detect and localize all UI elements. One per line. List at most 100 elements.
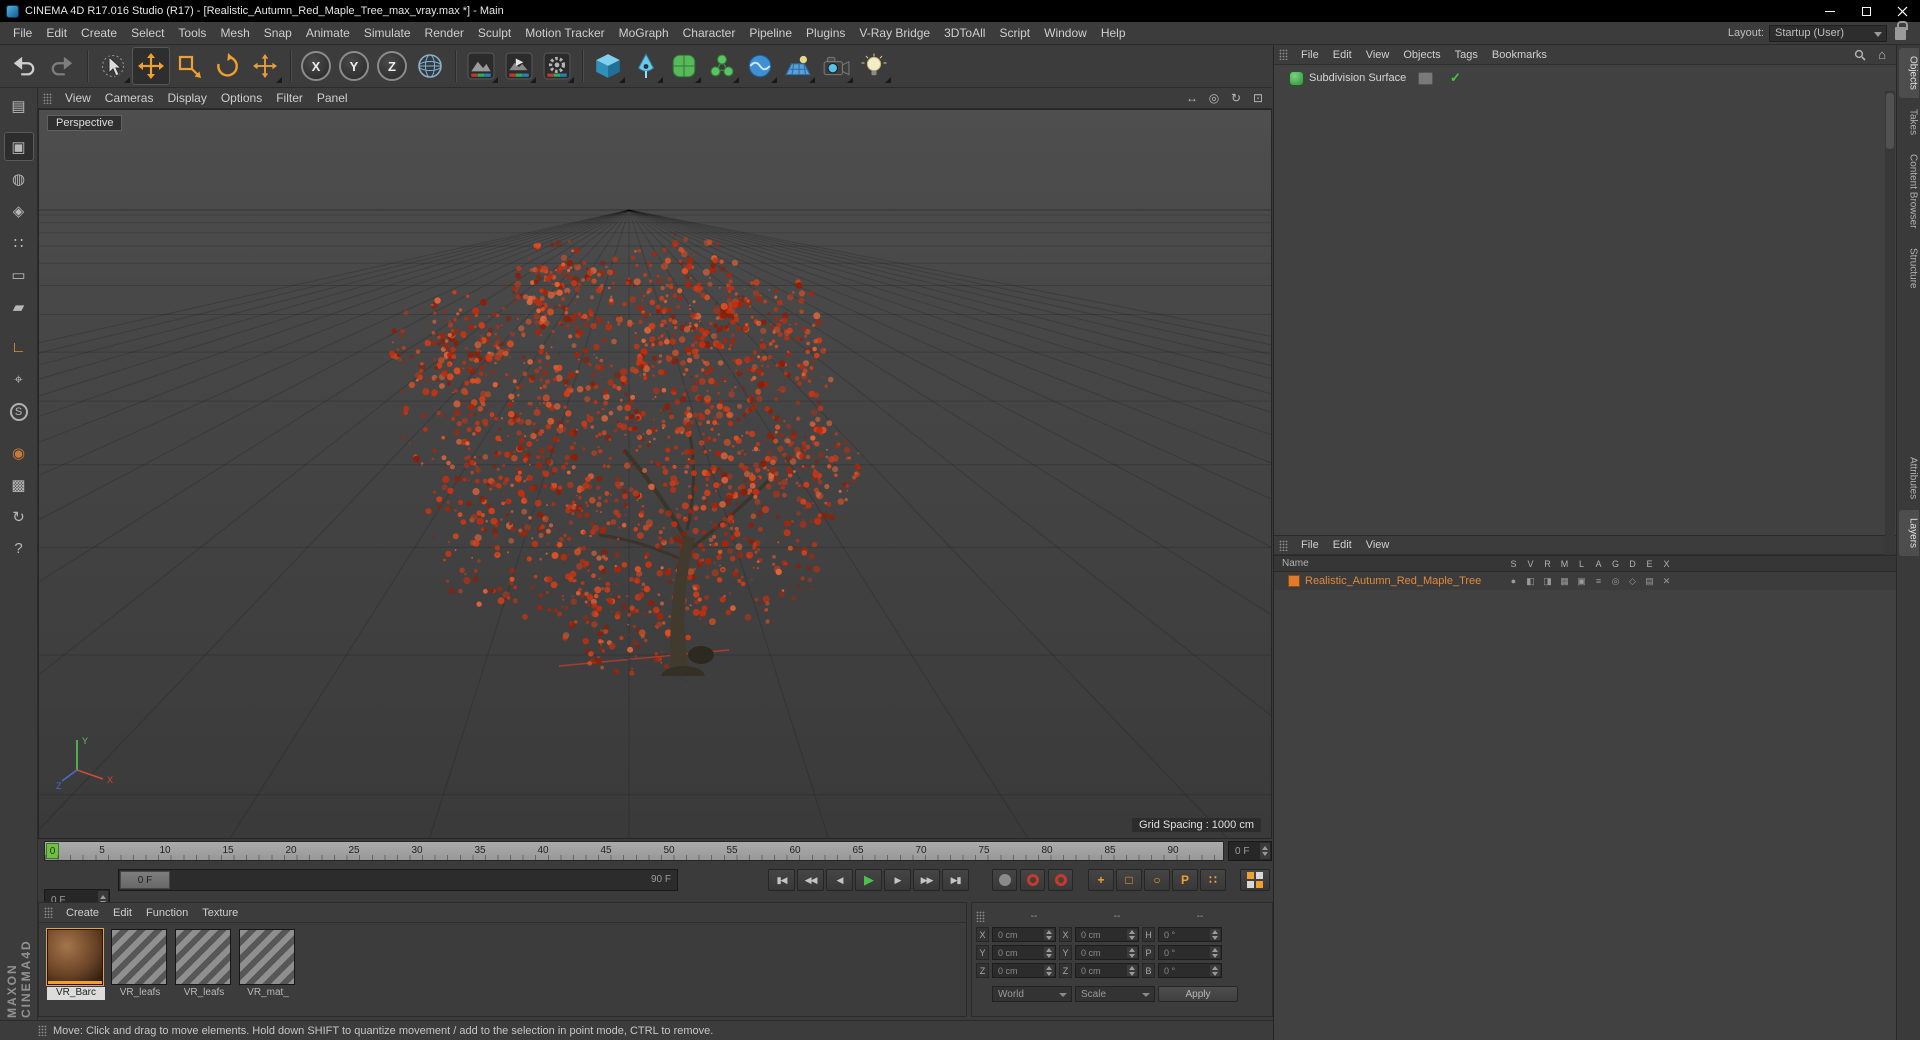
previous-key-button[interactable]: ◀◀ [797,869,824,891]
viewport-zoom-icon[interactable]: ◎ [1204,90,1224,107]
points-mode-button[interactable]: ∷ [4,228,34,257]
menu-character[interactable]: Character [676,24,743,42]
om-menu-objects[interactable]: Objects [1396,48,1447,62]
layer-toggle-icon[interactable]: ◧ [1522,576,1539,587]
viewport-menu-options[interactable]: Options [214,89,269,107]
om-menu-edit[interactable]: Edit [1326,48,1359,62]
render-picture-viewer-button[interactable] [500,47,538,85]
menu-3dtoall[interactable]: 3DToAll [937,24,992,42]
rot-h-field[interactable]: 0 ° [1158,927,1222,942]
goto-start-button[interactable]: ▮◀ [768,869,795,891]
om-menu-view[interactable]: View [1359,48,1397,62]
add-light-button[interactable] [855,47,893,85]
layer-column-header[interactable]: D [1624,559,1641,569]
paint-tool-button[interactable]: ◉ [4,438,34,467]
polygons-mode-button[interactable]: ▰ [4,292,34,321]
add-subdivision-surface-button[interactable] [665,47,703,85]
edges-mode-button[interactable]: ▭ [4,260,34,289]
enabled-check-icon[interactable]: ✓ [1450,70,1461,86]
camera-label[interactable]: Perspective [47,115,123,131]
viewport-solo-button[interactable]: S [4,397,34,426]
menu-file[interactable]: File [6,24,39,42]
timeline-range-slider[interactable]: 0 F 90 F [118,869,678,891]
tab-takes[interactable]: Takes [1899,101,1919,143]
rot-b-field[interactable]: 0 ° [1158,963,1222,978]
menu-window[interactable]: Window [1037,24,1094,42]
viewport-toggle-icon[interactable]: ⊡ [1248,90,1268,107]
layer-toggle-icon[interactable]: ◨ [1539,576,1556,587]
viewport-menu-display[interactable]: Display [160,89,213,107]
size-z-field[interactable]: 0 cm [1075,963,1139,978]
tab-layers[interactable]: Layers [1898,510,1919,557]
material-item[interactable]: VR_leafs [111,929,169,1000]
record-parameter-toggle[interactable]: P [1172,869,1198,891]
pos-x-field[interactable]: 0 cm [992,927,1056,942]
tweak-mode-button[interactable]: ⌖ [4,365,34,394]
panel-drag-handle[interactable] [1279,539,1288,551]
spinner-icon[interactable] [1210,965,1220,976]
menu-render[interactable]: Render [418,24,471,42]
tab-objects[interactable]: Objects [1898,48,1919,98]
viewport-menu-cameras[interactable]: Cameras [98,89,161,107]
size-header[interactable]: -- [1077,909,1157,924]
pos-z-field[interactable]: 0 cm [992,963,1056,978]
layer-row[interactable]: Realistic_Autumn_Red_Maple_Tree ● ◧ ◨ ▦ … [1274,572,1896,590]
last-tool-used-button[interactable] [246,47,284,85]
object-tag-icon[interactable] [1418,71,1433,85]
scale-tool-button[interactable] [170,47,208,85]
rot-p-field[interactable]: 0 ° [1158,945,1222,960]
layer-column-header[interactable]: R [1539,559,1556,569]
material-thumbnail-striped[interactable] [111,929,167,985]
layer-toggle-icon[interactable]: ▣ [1573,576,1590,587]
layer-column-header[interactable]: M [1556,559,1573,569]
tab-structure[interactable]: Structure [1899,240,1919,297]
panel-drag-handle[interactable] [1279,49,1288,60]
material-item[interactable]: VR_leafs [175,929,233,1000]
layer-column-header[interactable]: G [1607,559,1624,569]
panel-drag-handle[interactable] [976,911,985,922]
layer-column-header[interactable]: V [1522,559,1539,569]
spinner-icon[interactable] [1127,965,1137,976]
next-frame-button[interactable]: ▶ [884,869,911,891]
object-tree[interactable]: Subdivision Surface ✓ [1274,69,1896,556]
autokeying-button[interactable] [1020,869,1045,891]
menu-snap[interactable]: Snap [257,24,299,42]
panel-drag-handle[interactable] [38,1025,47,1036]
layer-toggle-icon[interactable]: ◎ [1607,576,1624,587]
lock-z-axis-button[interactable]: Z [373,47,411,85]
position-header[interactable]: -- [994,909,1074,924]
move-tool-button[interactable] [132,47,170,85]
layer-toggle-icon[interactable]: ▦ [1556,576,1573,587]
viewport-menu-panel[interactable]: Panel [310,89,355,107]
viewport-pan-icon[interactable]: ↔ [1182,90,1202,107]
menu-pipeline[interactable]: Pipeline [742,24,799,42]
add-camera-button[interactable] [817,47,855,85]
menu-motion-tracker[interactable]: Motion Tracker [518,24,611,42]
rotation-header[interactable]: -- [1160,909,1240,924]
layer-toggle-icon[interactable]: ◇ [1624,576,1641,587]
material-thumbnail-striped[interactable] [175,929,231,985]
play-button[interactable]: ▶ [855,869,882,891]
menu-animate[interactable]: Animate [299,24,357,42]
tab-content-browser[interactable]: Content Browser [1899,146,1919,236]
layer-column-header[interactable]: X [1658,559,1675,569]
next-key-button[interactable]: ▶▶ [913,869,940,891]
size-mode-select[interactable]: Scale [1075,986,1155,1002]
menu-script[interactable]: Script [992,24,1037,42]
layer-column-header[interactable]: S [1505,559,1522,569]
coordinate-system-button[interactable] [411,47,449,85]
workplane-mode-button[interactable]: ◈ [4,196,34,225]
menu-mesh[interactable]: Mesh [213,24,256,42]
viewport-menu-filter[interactable]: Filter [269,89,310,107]
close-button[interactable] [1884,0,1920,22]
size-x-field[interactable]: 0 cm [1075,927,1139,942]
menu-edit[interactable]: Edit [39,24,74,42]
menu-vray-bridge[interactable]: V-Ray Bridge [852,24,937,42]
spinner-icon[interactable] [1127,947,1137,958]
om-home-icon[interactable]: ⌂ [1872,46,1892,63]
layer-color-swatch[interactable] [1288,575,1300,587]
add-environment-button[interactable] [779,47,817,85]
live-selection-button[interactable] [94,47,132,85]
add-cube-button[interactable] [589,47,627,85]
add-deformer-button[interactable] [741,47,779,85]
